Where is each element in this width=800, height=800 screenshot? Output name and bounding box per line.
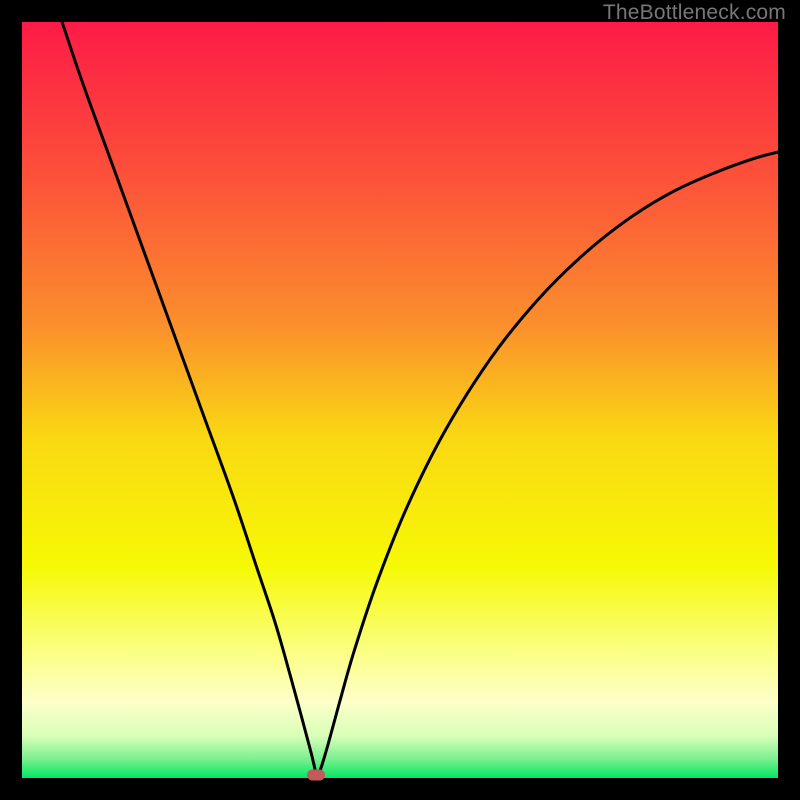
- bottleneck-chart: [22, 22, 778, 778]
- optimal-point-marker: [307, 769, 325, 780]
- chart-frame: [22, 22, 778, 778]
- gradient-background: [22, 22, 778, 778]
- watermark-text: TheBottleneck.com: [603, 1, 786, 25]
